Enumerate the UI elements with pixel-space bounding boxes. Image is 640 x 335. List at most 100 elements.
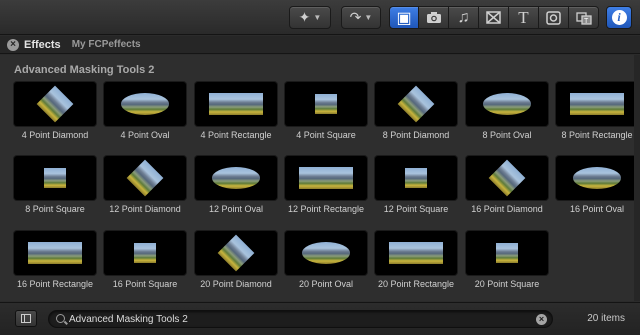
square-mask-preview xyxy=(315,94,337,114)
effect-label: 12 Point Rectangle xyxy=(287,204,365,214)
diamond-mask-preview xyxy=(488,159,526,197)
effect-label: 20 Point Rectangle xyxy=(377,279,455,289)
effect-item[interactable]: 8 Point Square xyxy=(14,156,96,215)
info-icon: i xyxy=(611,10,627,25)
effect-item[interactable]: 4 Point Diamond xyxy=(14,82,96,141)
effect-thumbnail xyxy=(285,82,367,126)
effect-item[interactable]: 8 Point Rectangle xyxy=(556,82,638,141)
transitions-browser-button[interactable] xyxy=(479,6,509,29)
camera-icon xyxy=(426,12,441,23)
effects-browser-icon: ▣ xyxy=(396,9,412,27)
effect-label: 16 Point Square xyxy=(112,279,178,289)
oval-mask-preview xyxy=(573,167,621,189)
effect-label: 12 Point Oval xyxy=(208,204,264,214)
effect-thumbnail xyxy=(195,156,277,200)
effect-item[interactable]: 20 Point Oval xyxy=(285,231,367,290)
effect-item[interactable]: 12 Point Rectangle xyxy=(285,156,367,215)
effect-item[interactable]: 4 Point Rectangle xyxy=(195,82,277,141)
toggle-sidebar-button[interactable] xyxy=(15,310,37,327)
effect-label: 4 Point Oval xyxy=(120,130,170,140)
effects-browser-button[interactable]: ▣ xyxy=(389,6,419,29)
effect-item[interactable]: 4 Point Square xyxy=(285,82,367,141)
effect-label: 8 Point Rectangle xyxy=(561,130,633,140)
themes-browser-button[interactable]: T xyxy=(569,6,599,29)
effect-item[interactable]: 16 Point Rectangle xyxy=(14,231,96,290)
chevron-down-icon: ▼ xyxy=(364,13,373,22)
effect-thumbnail xyxy=(375,82,457,126)
effects-browser: Advanced Masking Tools 2 4 Point Diamond… xyxy=(0,55,640,301)
effect-label: 16 Point Diamond xyxy=(471,204,543,214)
effect-item[interactable]: 20 Point Square xyxy=(466,231,548,290)
effect-thumbnail xyxy=(195,231,277,275)
rect-mask-preview xyxy=(570,93,624,115)
scrollbar[interactable] xyxy=(634,55,640,301)
tab-my-fcpeffects[interactable]: My FCPeffects xyxy=(72,39,141,50)
close-icon[interactable]: × xyxy=(7,38,19,51)
rect-mask-preview xyxy=(28,242,82,264)
effect-thumbnail xyxy=(104,231,186,275)
effect-thumbnail xyxy=(104,156,186,200)
titles-icon: T xyxy=(518,7,529,27)
search-icon xyxy=(56,314,65,323)
oval-mask-preview xyxy=(212,167,260,189)
music-browser-button[interactable]: ♫ xyxy=(449,6,479,29)
search-input[interactable] xyxy=(69,311,529,327)
generators-icon xyxy=(546,10,561,25)
effect-item[interactable]: 16 Point Oval xyxy=(556,156,638,215)
diamond-mask-preview xyxy=(126,159,164,197)
effect-item[interactable]: 8 Point Oval xyxy=(466,82,548,141)
effect-item[interactable]: 12 Point Diamond xyxy=(104,156,186,215)
effect-label: 12 Point Diamond xyxy=(109,204,181,214)
effect-thumbnail xyxy=(14,82,96,126)
effect-item[interactable]: 12 Point Oval xyxy=(195,156,277,215)
effect-label: 8 Point Diamond xyxy=(382,130,450,140)
titles-browser-button[interactable]: T xyxy=(509,6,539,29)
effect-item[interactable]: 20 Point Rectangle xyxy=(375,231,457,290)
tab-effects[interactable]: Effects xyxy=(24,39,61,51)
diamond-mask-preview xyxy=(217,234,255,272)
effect-thumbnail xyxy=(14,156,96,200)
rotate-button[interactable]: ↷ ▼ xyxy=(341,6,381,29)
effect-label: 8 Point Square xyxy=(25,204,85,214)
effect-thumbnail xyxy=(104,82,186,126)
effect-thumbnail xyxy=(285,231,367,275)
effect-item[interactable]: 20 Point Diamond xyxy=(195,231,277,290)
inspector-button[interactable]: i xyxy=(606,6,632,29)
magic-wand-icon: ✦ xyxy=(298,9,311,25)
music-note-icon: ♫ xyxy=(457,8,470,26)
rect-mask-preview xyxy=(209,93,263,115)
effect-item[interactable]: 16 Point Diamond xyxy=(466,156,548,215)
effect-thumbnail xyxy=(375,231,457,275)
effect-label: 20 Point Oval xyxy=(298,279,354,289)
effect-thumbnail xyxy=(466,156,548,200)
diamond-mask-preview xyxy=(397,85,435,123)
section-title: Advanced Masking Tools 2 xyxy=(14,64,155,76)
oval-mask-preview xyxy=(121,93,169,115)
generators-browser-button[interactable] xyxy=(539,6,569,29)
effect-item[interactable]: 16 Point Square xyxy=(104,231,186,290)
diamond-mask-preview xyxy=(36,85,74,123)
effect-label: 4 Point Rectangle xyxy=(200,130,272,140)
effect-item[interactable]: 8 Point Diamond xyxy=(375,82,457,141)
square-mask-preview xyxy=(496,243,518,263)
themes-icon: T xyxy=(575,11,592,25)
effect-item[interactable]: 4 Point Oval xyxy=(104,82,186,141)
effect-thumbnail xyxy=(375,156,457,200)
photos-browser-button[interactable] xyxy=(419,6,449,29)
magic-wand-button[interactable]: ✦ ▼ xyxy=(289,6,331,29)
chevron-down-icon: ▼ xyxy=(313,13,322,22)
rotate-icon: ↷ xyxy=(349,9,362,25)
item-count: 20 items xyxy=(587,313,625,324)
effect-item[interactable]: 12 Point Square xyxy=(375,156,457,215)
effect-thumbnail xyxy=(556,82,638,126)
toolbar: ✦ ▼ ↷ ▼ ▣ ♫ T T i xyxy=(0,0,640,35)
clear-search-icon[interactable]: × xyxy=(536,314,547,325)
effect-label: 12 Point Square xyxy=(383,204,449,214)
square-mask-preview xyxy=(405,168,427,188)
effect-thumbnail xyxy=(466,231,548,275)
transitions-icon xyxy=(486,11,501,24)
square-mask-preview xyxy=(134,243,156,263)
effect-label: 16 Point Oval xyxy=(569,204,625,214)
oval-mask-preview xyxy=(302,242,350,264)
search-field: × xyxy=(48,310,553,328)
